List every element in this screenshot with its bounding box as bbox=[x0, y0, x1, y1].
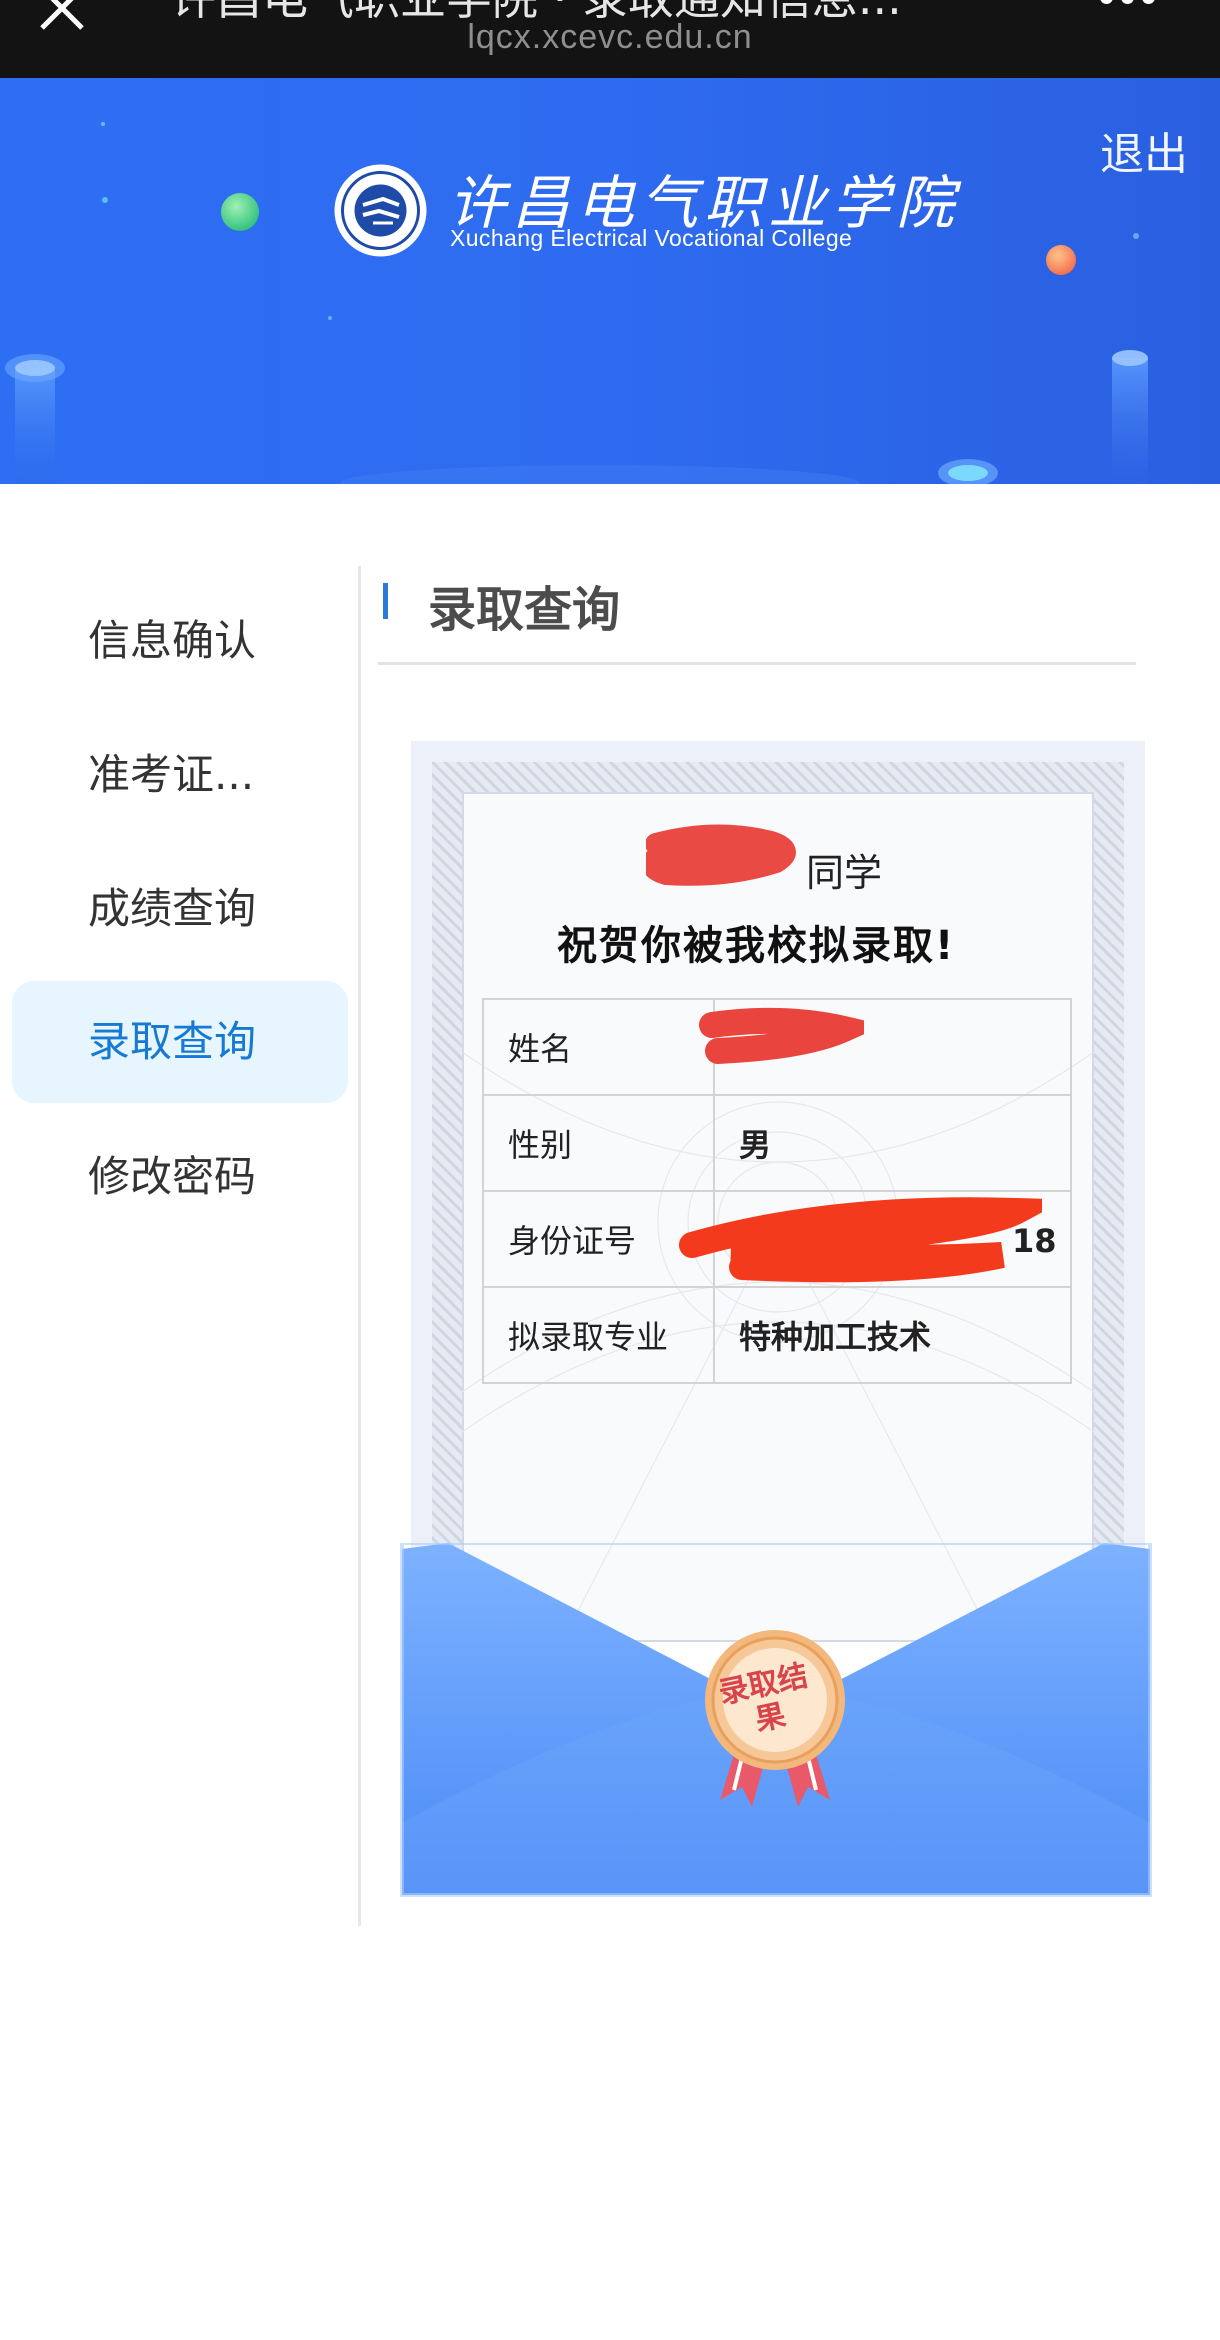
redaction-mark bbox=[646, 824, 796, 886]
table-row: 拟录取专业 特种加工技术 bbox=[482, 1286, 1072, 1384]
section-title: 录取查询 bbox=[428, 582, 621, 638]
sidebar-item-label: 信息确认 bbox=[88, 616, 257, 665]
sidebar-item-info-confirm[interactable]: 信息确认 bbox=[12, 580, 348, 702]
sidebar-item-label: 成绩查询 bbox=[88, 884, 257, 933]
sidebar-item-admission-ticket[interactable]: 准考证... bbox=[12, 714, 348, 836]
college-logo-icon bbox=[334, 164, 427, 257]
row-value: 男 bbox=[713, 1094, 1072, 1192]
college-name-en: Xuchang Electrical Vocational College bbox=[450, 225, 853, 251]
sidebar-item-change-password[interactable]: 修改密码 bbox=[12, 1116, 348, 1238]
more-icon[interactable] bbox=[1100, 0, 1180, 12]
sidebar-item-label: 录取查询 bbox=[88, 1017, 257, 1066]
redaction-mark bbox=[679, 1197, 1042, 1283]
browser-topbar: 许昌电气职业学院 · 录取通知信息... lqcx.xcevc.edu.cn bbox=[0, 0, 1220, 78]
row-label: 姓名 bbox=[482, 998, 715, 1096]
banner-decoration bbox=[5, 122, 1148, 484]
sidebar-item-score-query[interactable]: 成绩查询 bbox=[12, 848, 348, 970]
table-row: 性别 男 bbox=[482, 1094, 1072, 1192]
sidebar-divider bbox=[358, 566, 361, 1926]
student-suffix: 同学 bbox=[806, 851, 883, 895]
logout-button[interactable]: 退出 bbox=[1100, 118, 1188, 182]
section-divider bbox=[378, 662, 1136, 665]
sidebar-item-admission-query[interactable]: 录取查询 bbox=[12, 981, 348, 1103]
row-value: 特种加工技术 bbox=[713, 1286, 1072, 1384]
sidebar-item-label: 准考证... bbox=[88, 750, 255, 799]
congratulations-heading: 祝贺你被我校拟录取! bbox=[557, 923, 956, 969]
section-accent-bar bbox=[383, 583, 388, 619]
header-banner: 退出 许昌电气职业学院 Xuchang Electrical Vocationa… bbox=[0, 78, 1220, 484]
redaction-mark bbox=[699, 1007, 864, 1064]
sidebar-item-label: 修改密码 bbox=[88, 1152, 257, 1201]
url-text: lqcx.xcevc.edu.cn bbox=[467, 18, 753, 56]
row-label: 拟录取专业 bbox=[482, 1286, 715, 1384]
row-label: 性别 bbox=[482, 1094, 715, 1192]
